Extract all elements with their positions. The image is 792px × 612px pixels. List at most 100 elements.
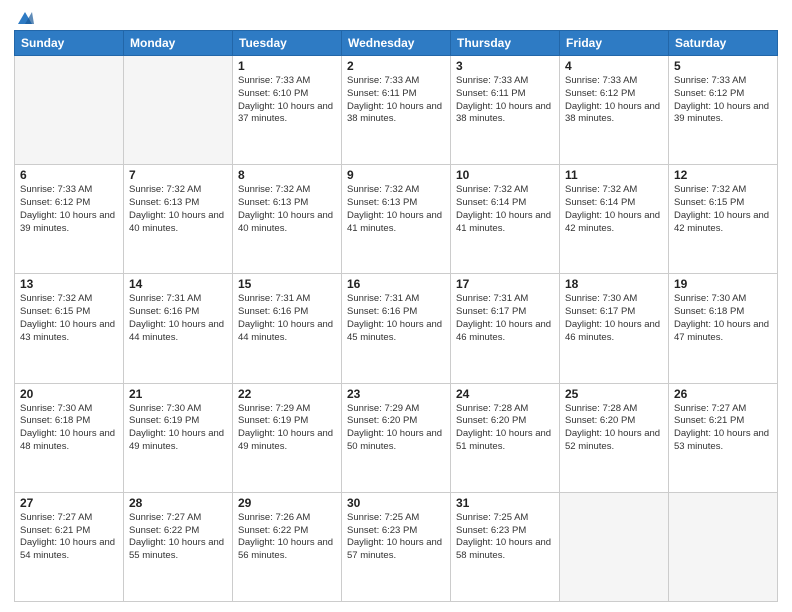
day-number: 10: [456, 168, 554, 182]
day-info: Sunrise: 7:27 AM Sunset: 6:21 PM Dayligh…: [674, 403, 772, 454]
day-number: 23: [347, 387, 445, 401]
calendar-week-row: 27 Sunrise: 7:27 AM Sunset: 6:21 PM Dayli…: [15, 492, 778, 601]
day-of-week-header: Friday: [560, 31, 669, 56]
day-info: Sunrise: 7:32 AM Sunset: 6:14 PM Dayligh…: [565, 184, 663, 235]
day-of-week-header: Thursday: [451, 31, 560, 56]
calendar-day-cell: 18 Sunrise: 7:30 AM Sunset: 6:17 PM Dayli…: [560, 274, 669, 383]
day-number: 21: [129, 387, 227, 401]
day-number: 3: [456, 59, 554, 73]
day-number: 28: [129, 496, 227, 510]
day-info: Sunrise: 7:25 AM Sunset: 6:23 PM Dayligh…: [456, 512, 554, 563]
calendar-day-cell: 5 Sunrise: 7:33 AM Sunset: 6:12 PM Daylig…: [669, 56, 778, 165]
calendar-day-cell: 26 Sunrise: 7:27 AM Sunset: 6:21 PM Dayli…: [669, 383, 778, 492]
day-info: Sunrise: 7:27 AM Sunset: 6:21 PM Dayligh…: [20, 512, 118, 563]
day-info: Sunrise: 7:33 AM Sunset: 6:11 PM Dayligh…: [456, 75, 554, 126]
calendar-day-cell: 3 Sunrise: 7:33 AM Sunset: 6:11 PM Daylig…: [451, 56, 560, 165]
calendar-day-cell: 24 Sunrise: 7:28 AM Sunset: 6:20 PM Dayli…: [451, 383, 560, 492]
calendar-day-cell: [560, 492, 669, 601]
day-info: Sunrise: 7:27 AM Sunset: 6:22 PM Dayligh…: [129, 512, 227, 563]
day-number: 11: [565, 168, 663, 182]
day-info: Sunrise: 7:26 AM Sunset: 6:22 PM Dayligh…: [238, 512, 336, 563]
day-number: 30: [347, 496, 445, 510]
calendar-week-row: 6 Sunrise: 7:33 AM Sunset: 6:12 PM Daylig…: [15, 165, 778, 274]
calendar-day-cell: 13Sunrise: 7:32 AM Sunset: 6:15 PM Dayli…: [15, 274, 124, 383]
day-info: Sunrise: 7:31 AM Sunset: 6:16 PM Dayligh…: [238, 293, 336, 344]
day-info: Sunrise: 7:30 AM Sunset: 6:18 PM Dayligh…: [20, 403, 118, 454]
day-number: 25: [565, 387, 663, 401]
calendar-day-cell: 16 Sunrise: 7:31 AM Sunset: 6:16 PM Dayli…: [342, 274, 451, 383]
day-info: Sunrise: 7:32 AM Sunset: 6:15 PM Dayligh…: [20, 293, 118, 344]
header: [14, 10, 778, 24]
calendar-day-cell: 22 Sunrise: 7:29 AM Sunset: 6:19 PM Dayli…: [233, 383, 342, 492]
day-info: Sunrise: 7:28 AM Sunset: 6:20 PM Dayligh…: [456, 403, 554, 454]
day-info: Sunrise: 7:33 AM Sunset: 6:10 PM Dayligh…: [238, 75, 336, 126]
day-number: 26: [674, 387, 772, 401]
calendar-day-cell: 29 Sunrise: 7:26 AM Sunset: 6:22 PM Dayli…: [233, 492, 342, 601]
calendar-day-cell: 9Sunrise: 7:32 AM Sunset: 6:13 PM Daylig…: [342, 165, 451, 274]
day-info: Sunrise: 7:31 AM Sunset: 6:16 PM Dayligh…: [347, 293, 445, 344]
calendar-day-cell: 7 Sunrise: 7:32 AM Sunset: 6:13 PM Daylig…: [124, 165, 233, 274]
calendar-day-cell: 2Sunrise: 7:33 AM Sunset: 6:11 PM Daylig…: [342, 56, 451, 165]
day-info: Sunrise: 7:31 AM Sunset: 6:16 PM Dayligh…: [129, 293, 227, 344]
day-info: Sunrise: 7:33 AM Sunset: 6:11 PM Dayligh…: [347, 75, 445, 126]
logo: [14, 10, 34, 24]
day-info: Sunrise: 7:33 AM Sunset: 6:12 PM Dayligh…: [20, 184, 118, 235]
day-info: Sunrise: 7:32 AM Sunset: 6:13 PM Dayligh…: [129, 184, 227, 235]
day-info: Sunrise: 7:30 AM Sunset: 6:19 PM Dayligh…: [129, 403, 227, 454]
day-number: 22: [238, 387, 336, 401]
calendar-day-cell: 20Sunrise: 7:30 AM Sunset: 6:18 PM Dayli…: [15, 383, 124, 492]
calendar-day-cell: 10 Sunrise: 7:32 AM Sunset: 6:14 PM Dayli…: [451, 165, 560, 274]
day-number: 29: [238, 496, 336, 510]
calendar-day-cell: 8Sunrise: 7:32 AM Sunset: 6:13 PM Daylig…: [233, 165, 342, 274]
day-number: 16: [347, 277, 445, 291]
day-number: 14: [129, 277, 227, 291]
calendar-header-row: SundayMondayTuesdayWednesdayThursdayFrid…: [15, 31, 778, 56]
calendar-day-cell: 14 Sunrise: 7:31 AM Sunset: 6:16 PM Dayli…: [124, 274, 233, 383]
day-info: Sunrise: 7:33 AM Sunset: 6:12 PM Dayligh…: [565, 75, 663, 126]
day-of-week-header: Monday: [124, 31, 233, 56]
day-number: 7: [129, 168, 227, 182]
calendar-day-cell: 1 Sunrise: 7:33 AM Sunset: 6:10 PM Daylig…: [233, 56, 342, 165]
day-number: 5: [674, 59, 772, 73]
calendar-table: SundayMondayTuesdayWednesdayThursdayFrid…: [14, 30, 778, 602]
day-info: Sunrise: 7:32 AM Sunset: 6:15 PM Dayligh…: [674, 184, 772, 235]
calendar-day-cell: [15, 56, 124, 165]
calendar-day-cell: 25 Sunrise: 7:28 AM Sunset: 6:20 PM Dayli…: [560, 383, 669, 492]
day-number: 31: [456, 496, 554, 510]
calendar-day-cell: 19Sunrise: 7:30 AM Sunset: 6:18 PM Dayli…: [669, 274, 778, 383]
calendar-week-row: 20Sunrise: 7:30 AM Sunset: 6:18 PM Dayli…: [15, 383, 778, 492]
day-info: Sunrise: 7:29 AM Sunset: 6:20 PM Dayligh…: [347, 403, 445, 454]
day-of-week-header: Saturday: [669, 31, 778, 56]
day-info: Sunrise: 7:30 AM Sunset: 6:17 PM Dayligh…: [565, 293, 663, 344]
day-of-week-header: Tuesday: [233, 31, 342, 56]
day-number: 24: [456, 387, 554, 401]
calendar-day-cell: 17 Sunrise: 7:31 AM Sunset: 6:17 PM Dayli…: [451, 274, 560, 383]
calendar-day-cell: 21 Sunrise: 7:30 AM Sunset: 6:19 PM Dayli…: [124, 383, 233, 492]
calendar-week-row: 13Sunrise: 7:32 AM Sunset: 6:15 PM Dayli…: [15, 274, 778, 383]
calendar-day-cell: 23 Sunrise: 7:29 AM Sunset: 6:20 PM Dayli…: [342, 383, 451, 492]
day-number: 1: [238, 59, 336, 73]
day-number: 12: [674, 168, 772, 182]
day-of-week-header: Wednesday: [342, 31, 451, 56]
calendar-day-cell: 31 Sunrise: 7:25 AM Sunset: 6:23 PM Dayli…: [451, 492, 560, 601]
day-number: 6: [20, 168, 118, 182]
day-number: 27: [20, 496, 118, 510]
day-info: Sunrise: 7:32 AM Sunset: 6:14 PM Dayligh…: [456, 184, 554, 235]
calendar-day-cell: 28 Sunrise: 7:27 AM Sunset: 6:22 PM Dayli…: [124, 492, 233, 601]
day-info: Sunrise: 7:28 AM Sunset: 6:20 PM Dayligh…: [565, 403, 663, 454]
page: SundayMondayTuesdayWednesdayThursdayFrid…: [0, 0, 792, 612]
day-info: Sunrise: 7:25 AM Sunset: 6:23 PM Dayligh…: [347, 512, 445, 563]
calendar-day-cell: 15 Sunrise: 7:31 AM Sunset: 6:16 PM Dayli…: [233, 274, 342, 383]
day-info: Sunrise: 7:32 AM Sunset: 6:13 PM Dayligh…: [238, 184, 336, 235]
day-number: 17: [456, 277, 554, 291]
calendar-day-cell: 12 Sunrise: 7:32 AM Sunset: 6:15 PM Dayli…: [669, 165, 778, 274]
day-info: Sunrise: 7:29 AM Sunset: 6:19 PM Dayligh…: [238, 403, 336, 454]
calendar-week-row: 1 Sunrise: 7:33 AM Sunset: 6:10 PM Daylig…: [15, 56, 778, 165]
day-number: 15: [238, 277, 336, 291]
day-number: 18: [565, 277, 663, 291]
day-number: 4: [565, 59, 663, 73]
day-info: Sunrise: 7:31 AM Sunset: 6:17 PM Dayligh…: [456, 293, 554, 344]
day-number: 9: [347, 168, 445, 182]
day-info: Sunrise: 7:30 AM Sunset: 6:18 PM Dayligh…: [674, 293, 772, 344]
day-info: Sunrise: 7:33 AM Sunset: 6:12 PM Dayligh…: [674, 75, 772, 126]
